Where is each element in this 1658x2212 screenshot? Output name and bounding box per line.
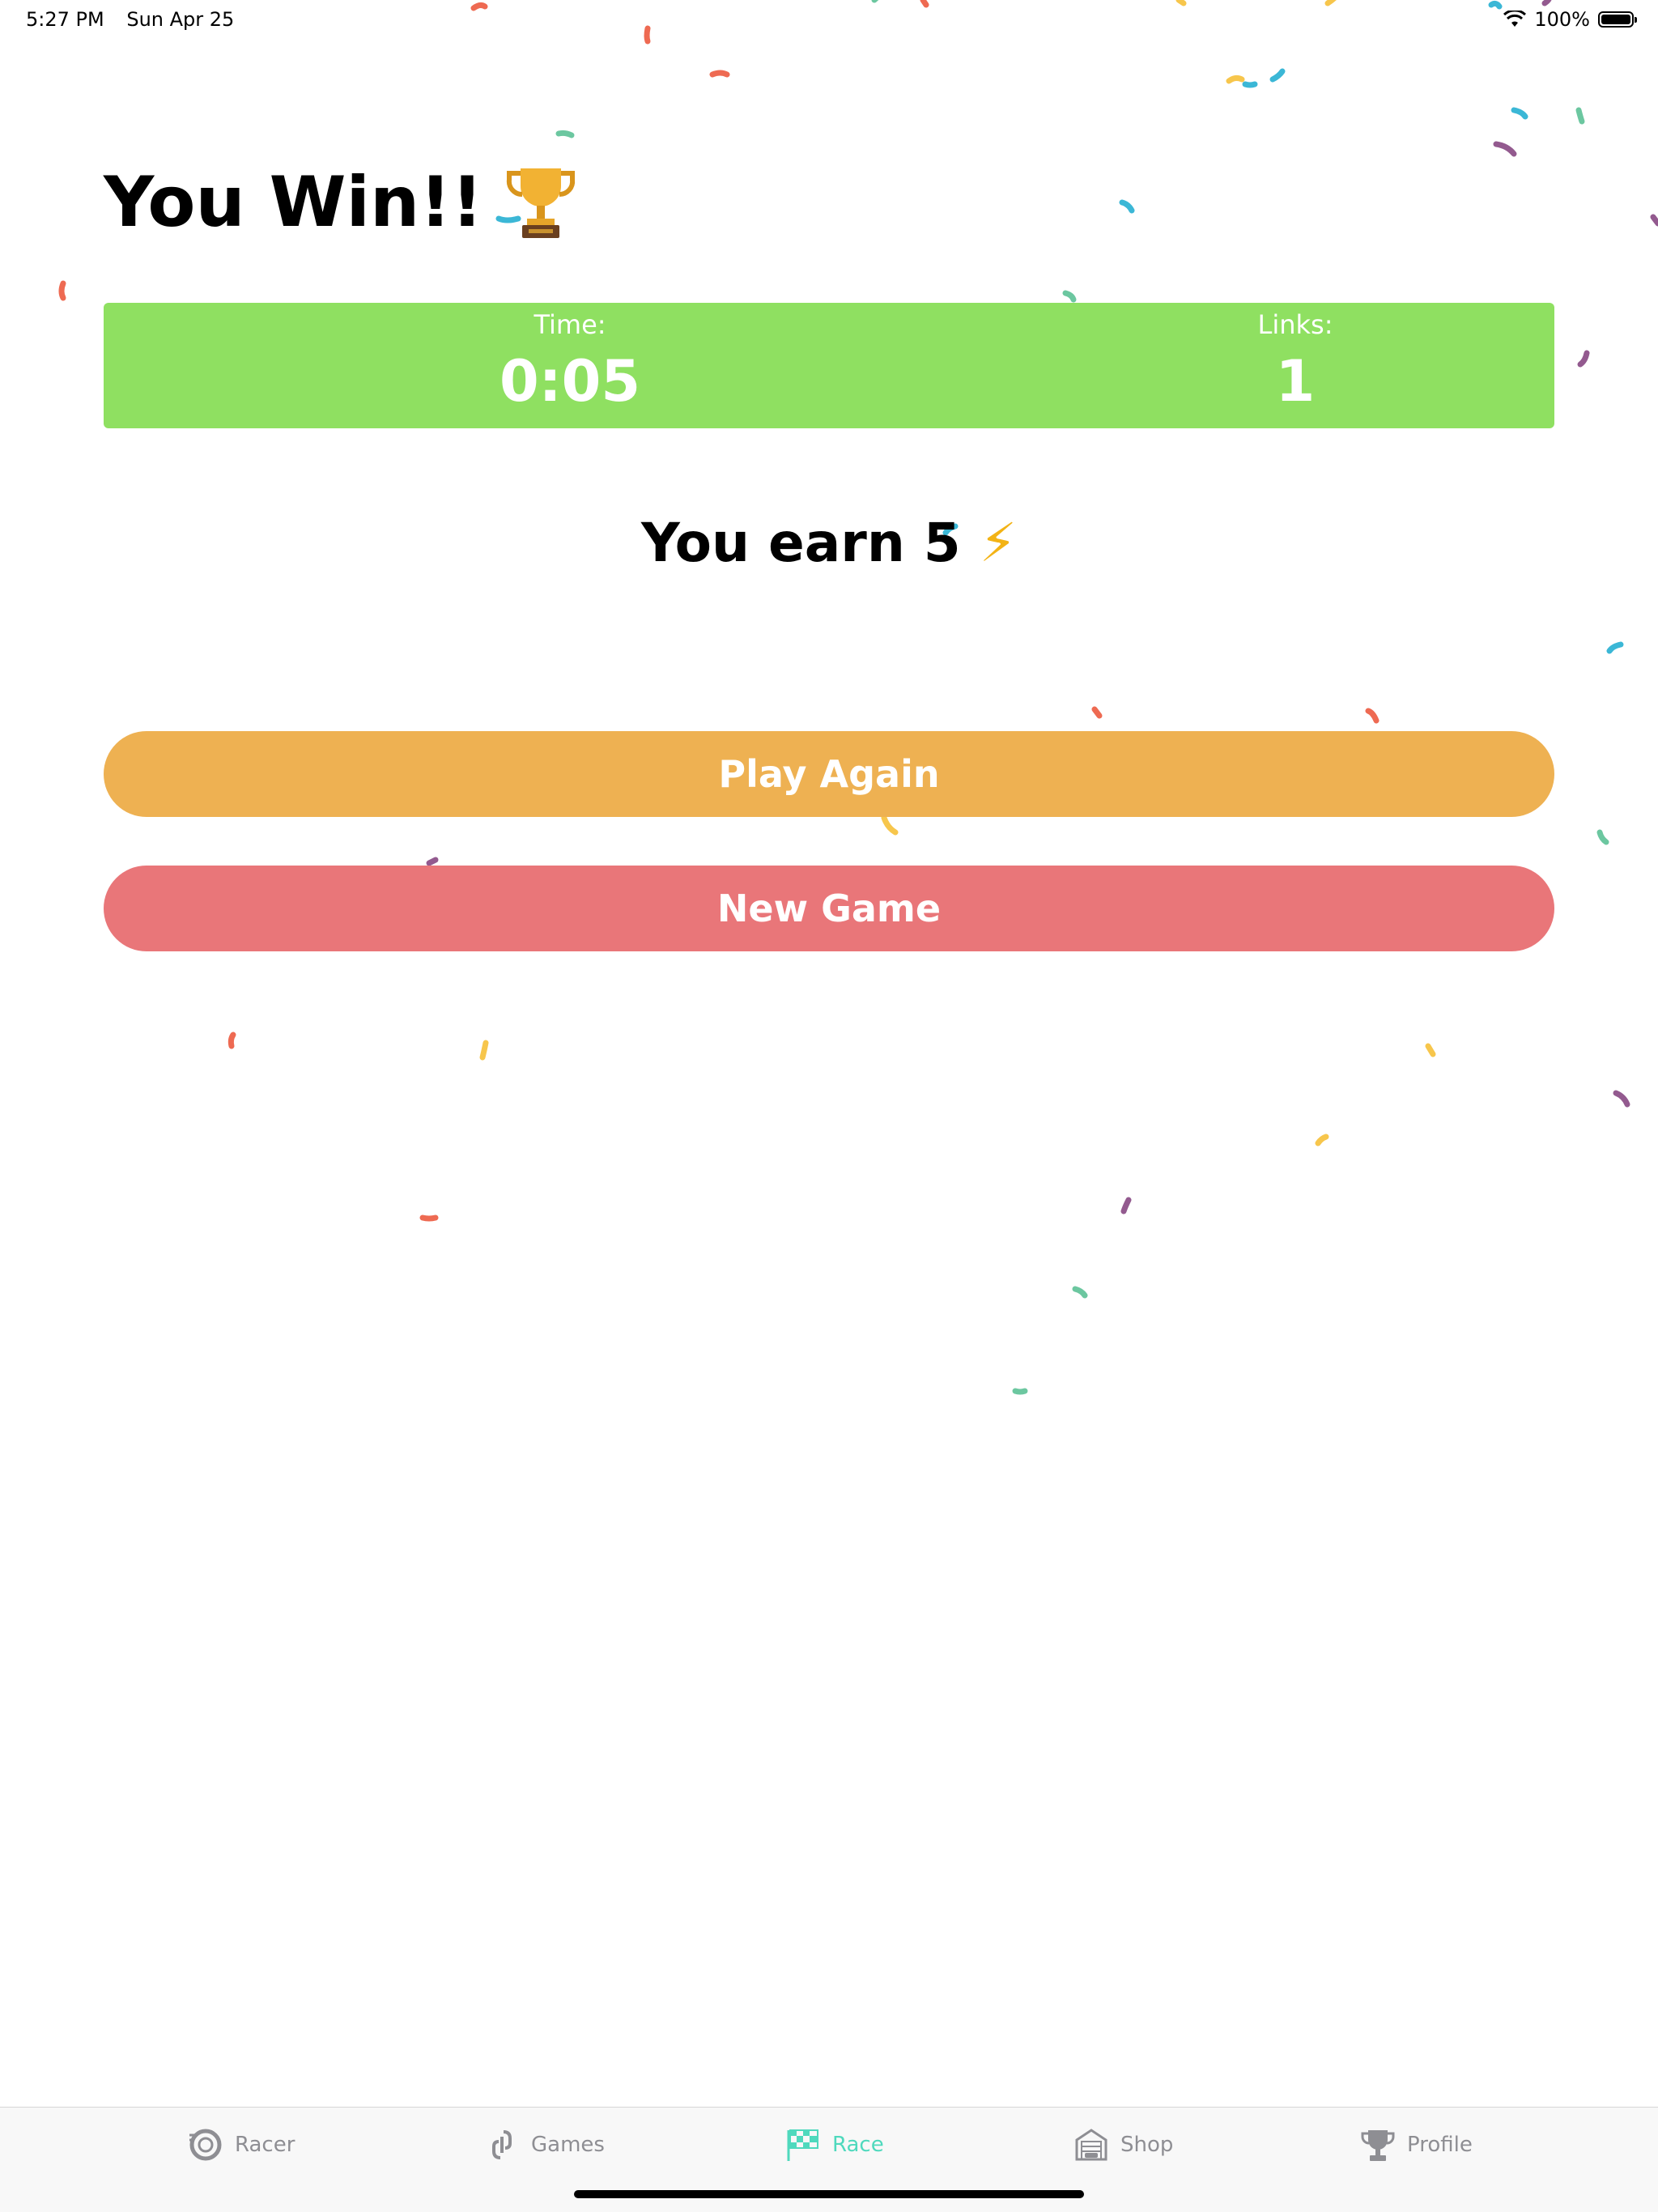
tab-games-label: Games: [531, 2133, 605, 2157]
earn-message: You earn 5 ⚡: [0, 512, 1658, 574]
tab-shop[interactable]: Shop: [1073, 2127, 1173, 2163]
trophy-icon: [506, 168, 575, 238]
time-label: Time:: [534, 309, 606, 340]
tab-race[interactable]: Race: [785, 2127, 884, 2163]
tab-profile-label: Profile: [1407, 2133, 1473, 2157]
tab-shop-label: Shop: [1120, 2133, 1174, 2157]
wifi-icon: [1503, 11, 1527, 27]
battery-percent: 100%: [1534, 8, 1590, 31]
tab-race-label: Race: [832, 2133, 884, 2157]
checkered-flag-icon: [787, 2129, 818, 2161]
result-title-text: You Win!!: [104, 162, 483, 243]
home-indicator: [574, 2190, 1084, 2198]
trophy-icon: [1361, 2130, 1395, 2161]
links-label: Links:: [1257, 309, 1333, 340]
links-value: 1: [1275, 348, 1316, 415]
tab-racer-label: Racer: [235, 2133, 295, 2157]
tab-profile[interactable]: Profile: [1360, 2127, 1473, 2163]
link-icon: [492, 2130, 512, 2159]
battery-icon: [1598, 11, 1637, 28]
new-game-button[interactable]: New Game: [104, 866, 1554, 951]
time-value: 0:05: [499, 348, 641, 415]
earn-text: You earn 5: [640, 512, 961, 574]
tire-icon: [189, 2129, 222, 2161]
status-date: Sun Apr 25: [126, 8, 235, 31]
lightning-icon: ⚡: [979, 512, 1018, 574]
tab-games[interactable]: Games: [484, 2127, 605, 2163]
time-stat: Time: 0:05: [327, 303, 813, 415]
garage-icon: [1075, 2129, 1107, 2161]
play-again-button[interactable]: Play Again: [104, 731, 1554, 817]
stats-panel: Time: 0:05 Links: 1: [104, 303, 1554, 428]
links-stat: Links: 1: [1052, 303, 1538, 415]
result-title: You Win!!: [104, 162, 577, 243]
status-bar: 5:27 PM Sun Apr 25 100%: [0, 0, 1658, 39]
status-time: 5:27 PM: [26, 8, 104, 31]
tab-racer[interactable]: Racer: [188, 2127, 295, 2163]
